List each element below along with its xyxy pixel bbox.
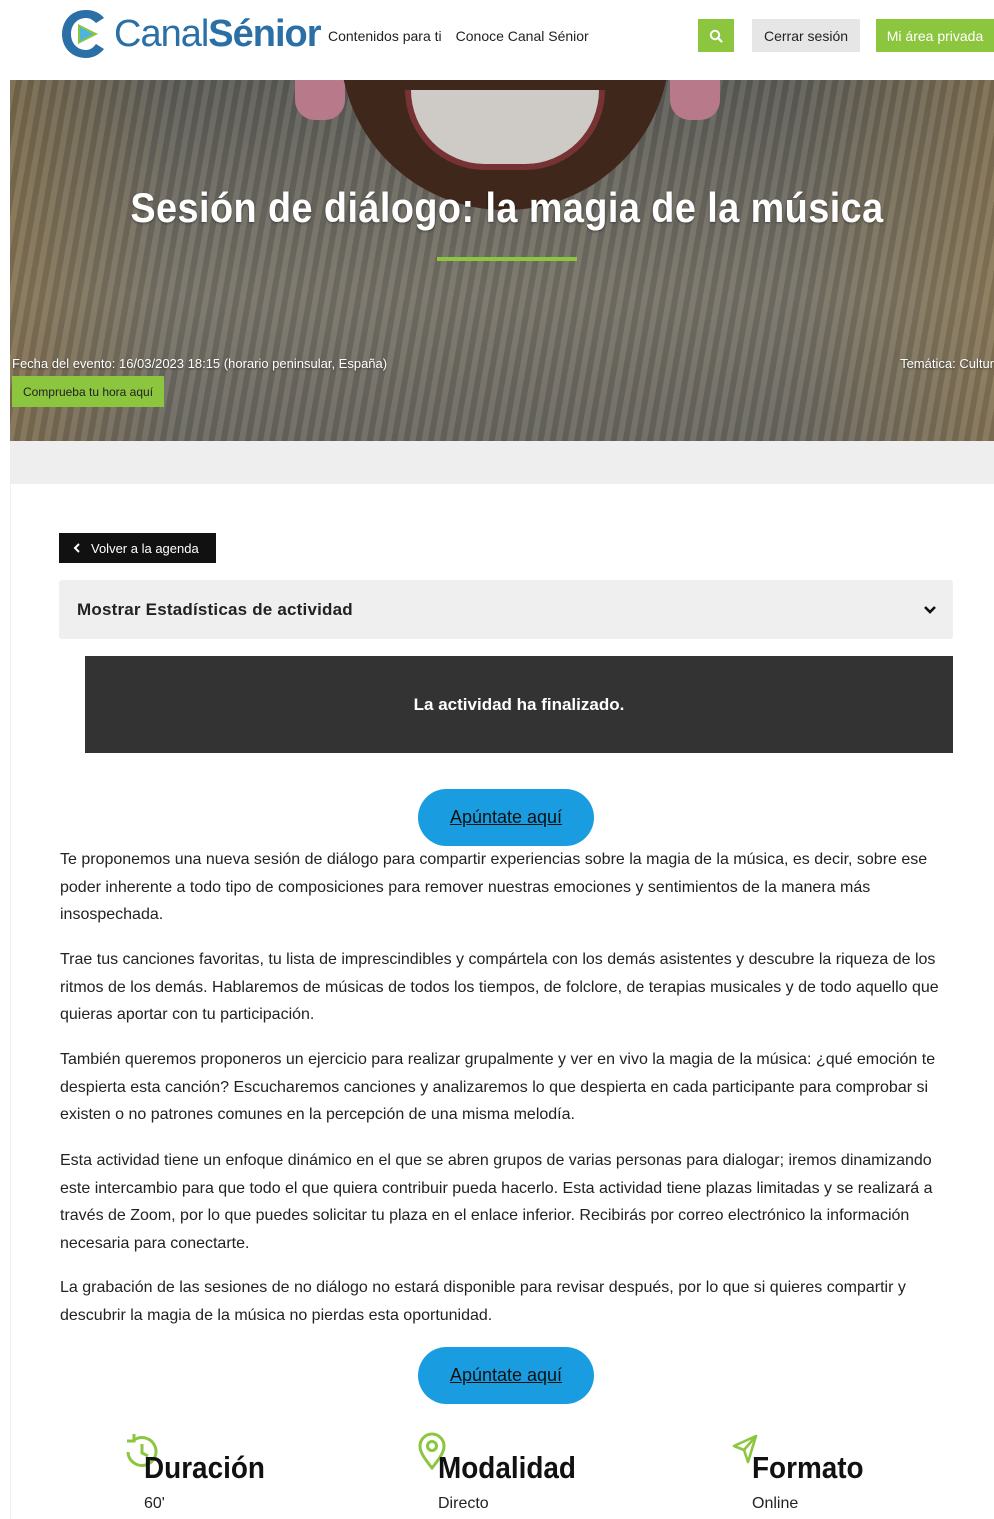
feature-title: Modalidad — [438, 1450, 576, 1485]
back-label: Volver a la agenda — [91, 540, 199, 556]
logo-text: CanalSénior — [114, 13, 322, 55]
separator-band — [10, 441, 994, 484]
activity-ended-notice: La actividad ha finalizado. — [85, 656, 953, 753]
feature-format: Formato Online — [730, 1432, 950, 1519]
feature-title: Duración — [144, 1450, 265, 1485]
nav-conoce[interactable]: Conoce Canal Sénior — [456, 28, 589, 44]
description-paragraph: También queremos proponeros un ejercicio… — [60, 1051, 936, 1123]
feature-value: 60' — [144, 1495, 165, 1512]
hero-banner: Sesión de diálogo: la magia de la música… — [10, 80, 994, 441]
feature-modality: Modalidad Directo — [416, 1432, 636, 1519]
signup-button-top[interactable]: Apúntate aquí — [418, 789, 594, 846]
stats-accordion[interactable]: Mostrar Estadísticas de actividad — [59, 580, 953, 639]
chevron-left-icon — [73, 543, 80, 553]
description-paragraph: Te proponemos una nueva sesión de diálog… — [60, 851, 928, 923]
logo-icon — [62, 10, 104, 58]
signup-button-bottom[interactable]: Apúntate aquí — [418, 1347, 594, 1404]
logout-button[interactable]: Cerrar sesión — [752, 19, 860, 52]
nav-contenidos[interactable]: Contenidos para ti — [328, 28, 442, 44]
description-paragraph: La grabación de las sesiones de no diálo… — [60, 1279, 906, 1324]
feature-value: Online — [752, 1495, 799, 1512]
description-paragraph: Trae tus canciones favoritas, tu lista d… — [60, 951, 939, 1023]
stats-label: Mostrar Estadísticas de actividad — [77, 599, 353, 619]
title-underline — [437, 257, 577, 261]
check-time-button[interactable]: Comprueba tu hora aquí — [12, 376, 164, 407]
feature-value: Directo — [438, 1495, 489, 1512]
event-theme: Temática: Cultur — [900, 356, 994, 371]
page-title: Sesión de diálogo: la magia de la música — [130, 184, 884, 231]
description-paragraph: Esta actividad tiene un enfoque dinámico… — [60, 1152, 933, 1252]
main-nav: Contenidos para ti Conoce Canal Sénior — [328, 28, 589, 44]
back-to-agenda-button[interactable]: Volver a la agenda — [59, 533, 216, 563]
private-area-button[interactable]: Mi área privada — [876, 19, 994, 52]
search-icon — [709, 29, 723, 43]
chevron-down-icon — [924, 605, 936, 614]
canal-senior-logo[interactable]: CanalSénior — [60, 6, 322, 62]
search-button[interactable] — [698, 19, 734, 52]
site-header: CanalSénior Contenidos para ti Conoce Ca… — [0, 0, 994, 80]
event-date: Fecha del evento: 16/03/2023 18:15 (hora… — [12, 356, 388, 371]
feature-duration: Duración 60' — [122, 1432, 342, 1519]
feature-title: Formato — [752, 1450, 864, 1485]
